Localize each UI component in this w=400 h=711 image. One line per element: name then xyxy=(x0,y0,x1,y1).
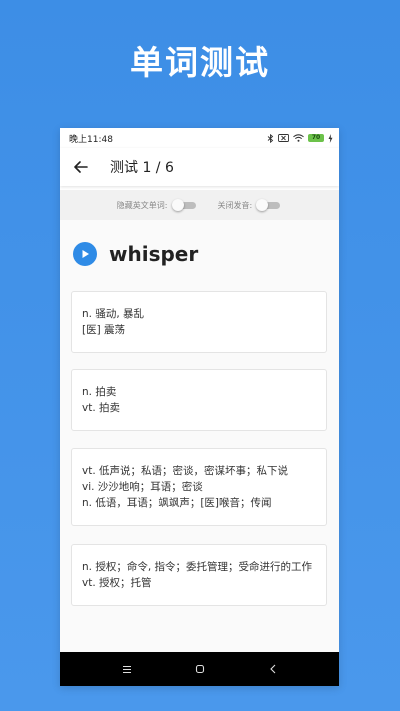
play-icon xyxy=(82,250,89,258)
battery-icon: 70 xyxy=(308,134,324,142)
settings-row: 隐藏英文单词: 关闭发音: xyxy=(60,190,339,220)
toggle-knob xyxy=(171,199,184,211)
phone-screen: 晚上11:48 70 测试 1 / 6 隐藏英文单词: 关闭发音: whispe… xyxy=(60,128,339,686)
page-title: 测试 1 / 6 xyxy=(110,160,174,176)
answer-option-3[interactable]: vt. 低声说；私语；密谈，密谋坏事；私下说 vi. 沙沙地响；耳语；密谈 n.… xyxy=(71,448,327,526)
status-bar: 晚上11:48 70 xyxy=(60,128,339,148)
promo-title: 单词测试 xyxy=(130,43,270,82)
wifi-icon xyxy=(293,134,304,142)
charging-icon xyxy=(328,133,333,143)
quiz-word: whisper xyxy=(109,242,199,266)
answer-option-4[interactable]: n. 授权；命令, 指令；委托管理；受命进行的工作 vt. 授权；托管 xyxy=(71,544,327,606)
answer-option-1[interactable]: n. 骚动, 暴乱 [医] 震荡 xyxy=(71,291,327,353)
option-line: [医] 震荡 xyxy=(82,324,126,336)
status-time: 晚上11:48 xyxy=(69,134,113,145)
option-line: vt. 低声说；私语；密谈，密谋坏事；私下说 xyxy=(82,465,289,477)
hide-english-toggle[interactable] xyxy=(171,199,198,211)
menu-icon[interactable] xyxy=(122,665,132,674)
system-nav-bar xyxy=(60,652,339,686)
toolbar: 测试 1 / 6 xyxy=(60,148,339,186)
bluetooth-icon xyxy=(267,133,274,143)
word-row: whisper xyxy=(73,242,198,266)
play-pronunciation-button[interactable] xyxy=(73,242,97,266)
option-line: vt. 拍卖 xyxy=(82,402,121,414)
mute-setting: 关闭发音: xyxy=(218,199,283,211)
quiz-content: whisper n. 骚动, 暴乱 [医] 震荡 n. 拍卖 vt. 拍卖 vt… xyxy=(60,220,339,652)
toggle-knob xyxy=(256,199,269,211)
answer-option-2[interactable]: n. 拍卖 vt. 拍卖 xyxy=(71,369,327,431)
option-line: n. 拍卖 xyxy=(82,386,117,398)
back-button[interactable] xyxy=(60,148,102,186)
sim-off-icon xyxy=(278,134,289,142)
back-nav-icon[interactable] xyxy=(269,664,277,674)
option-line: vi. 沙沙地响；耳语；密谈 xyxy=(82,481,203,493)
option-line: n. 授权；命令, 指令；委托管理；受命进行的工作 xyxy=(82,561,313,573)
option-line: n. 低语，耳语；飒飒声；[医]喉音；传闻 xyxy=(82,497,272,509)
status-icons: 70 xyxy=(267,133,333,143)
mute-label: 关闭发音: xyxy=(217,200,253,210)
hide-english-setting: 隐藏英文单词: xyxy=(117,199,198,211)
home-icon[interactable] xyxy=(195,664,205,674)
option-line: n. 骚动, 暴乱 xyxy=(82,308,145,320)
arrow-left-icon xyxy=(74,161,88,173)
hide-english-label: 隐藏英文单词: xyxy=(116,200,168,210)
option-line: vt. 授权；托管 xyxy=(82,577,152,589)
mute-toggle[interactable] xyxy=(256,199,282,211)
